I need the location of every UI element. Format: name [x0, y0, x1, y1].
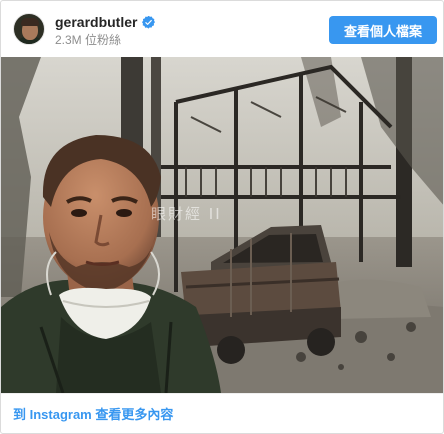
post-header: gerardbutler 2.3M 位粉絲 查看個人檔案	[1, 1, 443, 57]
wildfire-selfie-image	[1, 57, 443, 393]
view-profile-button[interactable]: 查看個人檔案	[329, 16, 437, 44]
instagram-embed-card: gerardbutler 2.3M 位粉絲 查看個人檔案 眼財經 II 到 In…	[0, 0, 444, 434]
post-photo[interactable]: 眼財經 II	[1, 57, 443, 393]
follower-count: 2.3M 位粉絲	[55, 33, 122, 47]
post-footer: 到 Instagram 查看更多內容	[1, 393, 443, 433]
username[interactable]: gerardbutler	[55, 14, 137, 30]
image-watermark: 眼財經 II	[151, 205, 222, 223]
view-more-on-instagram-link[interactable]: 到 Instagram 查看更多內容	[13, 407, 173, 423]
avatar[interactable]	[13, 13, 45, 45]
verified-badge-icon	[142, 15, 156, 29]
username-line: gerardbutler	[55, 14, 156, 30]
avatar-hair	[21, 18, 39, 26]
